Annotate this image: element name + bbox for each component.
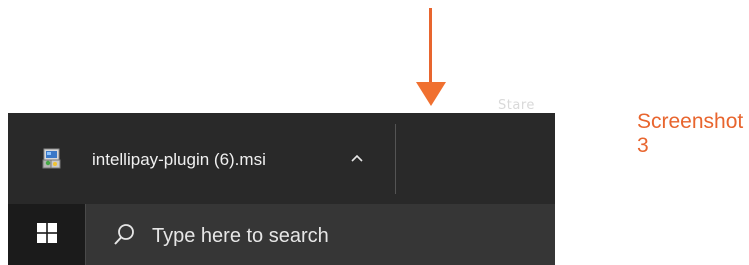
annotation-arrow-head <box>416 82 446 106</box>
windows-logo-icon <box>36 222 57 247</box>
download-item[interactable]: intellipay-plugin (6).msi <box>8 113 395 204</box>
screenshot-label: Screenshot 3 <box>637 110 744 157</box>
annotation-arrow-shaft <box>429 8 432 88</box>
search-icon <box>113 223 135 247</box>
background-faint-text: Stare <box>498 98 535 113</box>
msi-installer-icon <box>41 147 63 169</box>
start-button[interactable] <box>8 204 85 265</box>
taskbar-search-box[interactable]: Type here to search <box>85 204 555 265</box>
download-bar: intellipay-plugin (6).msi <box>8 113 555 204</box>
download-bar-divider <box>395 124 396 194</box>
search-placeholder: Type here to search <box>152 225 329 247</box>
chevron-up-icon[interactable] <box>345 147 369 169</box>
download-file-name: intellipay-plugin (6).msi <box>92 150 266 169</box>
taskbar: Type here to search <box>8 204 555 265</box>
